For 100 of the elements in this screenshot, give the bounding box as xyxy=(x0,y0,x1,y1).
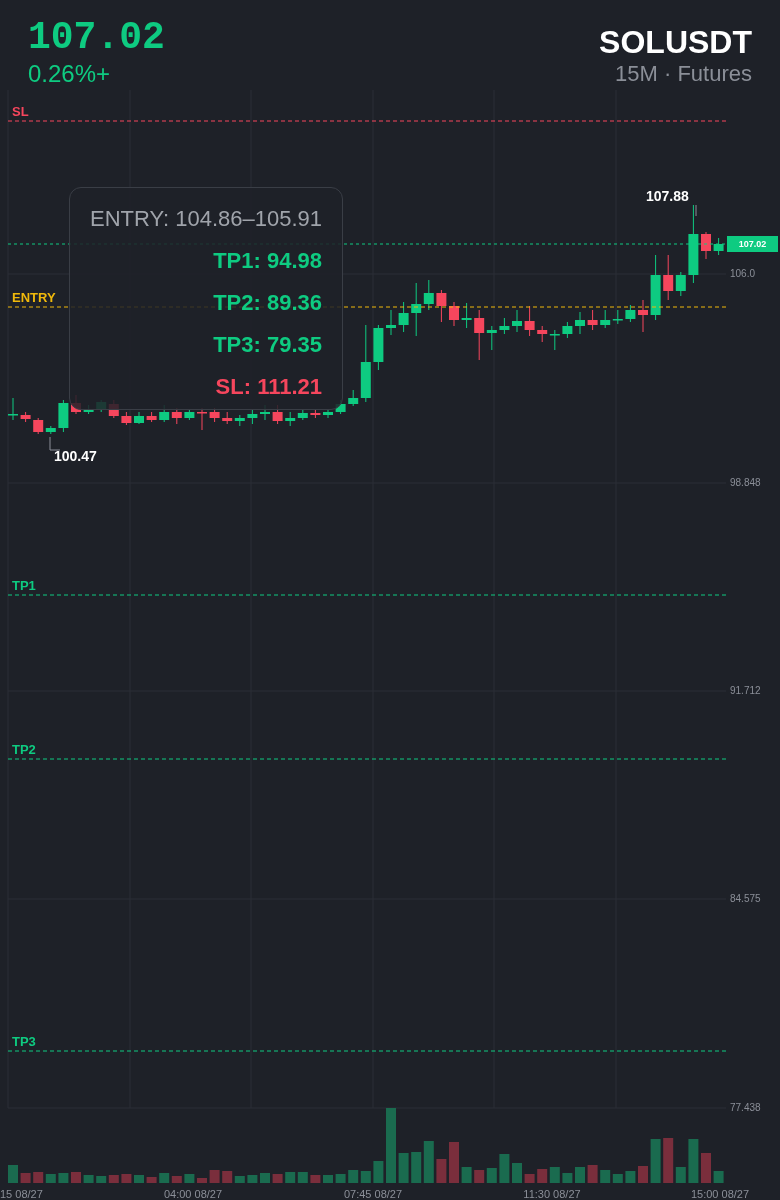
candlestick xyxy=(499,317,510,335)
price-axis-label: 106.0 xyxy=(730,268,756,280)
volume-bar xyxy=(512,1163,522,1183)
volume-bar xyxy=(625,1171,636,1183)
volume-bar xyxy=(650,1139,661,1183)
volume-bar xyxy=(184,1174,195,1183)
volume-bar xyxy=(71,1172,81,1183)
high-price-label: 107.88 xyxy=(646,188,689,204)
candlestick xyxy=(247,409,258,425)
candlestick xyxy=(222,411,233,425)
low-price-label: 100.47 xyxy=(54,448,97,464)
volume-bar xyxy=(285,1172,296,1183)
volume-bar xyxy=(134,1175,144,1183)
price-axis-label: 98.848 xyxy=(730,477,761,489)
volume-bar xyxy=(272,1174,283,1183)
candlestick xyxy=(134,411,144,425)
candlestick xyxy=(386,309,396,336)
volume-bar xyxy=(83,1175,94,1183)
candlestick xyxy=(650,254,661,321)
candlestick xyxy=(146,411,157,423)
leader-line xyxy=(695,204,697,217)
volume-bar xyxy=(713,1171,724,1183)
price-axis-label: 91.712 xyxy=(730,685,761,697)
volume-bar xyxy=(58,1173,69,1183)
volume-bar xyxy=(159,1173,170,1183)
time-axis-label: 15 08/27 xyxy=(0,1188,43,1200)
volume-bar xyxy=(587,1165,598,1183)
take-profit-text: TP1: 94.98 xyxy=(213,247,322,275)
volume-bar xyxy=(461,1167,472,1183)
volume-bar xyxy=(260,1173,270,1183)
volume-bar xyxy=(701,1153,711,1183)
level-label: TP3 xyxy=(12,1035,36,1049)
current-price: 107.02 xyxy=(28,16,165,60)
volume-bar xyxy=(33,1172,44,1183)
candlestick xyxy=(701,231,711,260)
leader-line xyxy=(49,436,61,451)
volume-bar xyxy=(323,1175,333,1183)
entry-range-text: ENTRY: 104.86–105.91 xyxy=(90,205,322,233)
volume-bar xyxy=(688,1139,699,1183)
volume-bar xyxy=(499,1154,510,1183)
stop-loss-text: SL: 111.21 xyxy=(215,373,322,401)
candlestick xyxy=(524,305,535,337)
volume-bar xyxy=(524,1174,535,1183)
level-label: TP2 xyxy=(12,743,36,757)
candlestick xyxy=(297,409,308,421)
volume-bar xyxy=(486,1168,497,1183)
volume-bar xyxy=(474,1170,485,1183)
volume-bar xyxy=(297,1172,308,1183)
time-axis-label: 04:00 08/27 xyxy=(163,1188,223,1200)
candlestick xyxy=(612,309,623,325)
volume-bar xyxy=(197,1178,207,1183)
candlestick xyxy=(234,414,245,427)
candlestick xyxy=(20,411,31,423)
candlestick xyxy=(323,408,333,419)
volume-bar xyxy=(436,1159,447,1183)
candlestick xyxy=(121,411,132,426)
volume-bar xyxy=(423,1141,434,1183)
volume-bar xyxy=(537,1169,548,1183)
volume-bar xyxy=(575,1167,585,1183)
current-price-tag: 107.02 xyxy=(727,236,778,252)
volume-bar xyxy=(310,1175,321,1183)
candlestick xyxy=(184,409,195,421)
symbol-title: SOLUSDT xyxy=(599,24,752,60)
volume-bar xyxy=(549,1167,560,1183)
level-label: TP1 xyxy=(12,579,36,593)
candlestick xyxy=(310,409,321,419)
take-profit-text: TP2: 89.36 xyxy=(213,289,322,317)
volume-bar xyxy=(562,1173,573,1183)
price-axis-label: 84.575 xyxy=(730,893,761,905)
candlestick xyxy=(197,407,207,431)
volume-bar xyxy=(449,1142,459,1183)
volume-bar xyxy=(45,1174,56,1183)
price-change: 0.26%+ xyxy=(28,60,112,88)
candlestick xyxy=(549,329,560,351)
volume-bar xyxy=(411,1152,422,1183)
volume-bar xyxy=(638,1166,648,1183)
time-axis-label: 07:45 08/27 xyxy=(343,1188,403,1200)
volume-bar xyxy=(335,1174,346,1183)
candlestick xyxy=(461,302,472,329)
candlestick xyxy=(436,289,447,323)
time-axis-label: 15:00 08/27 xyxy=(690,1188,750,1200)
level-label: ENTRY xyxy=(12,291,56,305)
volume-bar xyxy=(209,1170,220,1183)
candlestick xyxy=(625,304,636,323)
timeframe-label: 15M · Futures xyxy=(615,60,752,88)
candlestick xyxy=(512,309,522,333)
candlestick xyxy=(58,399,69,433)
candlestick xyxy=(638,299,648,333)
volume-bar xyxy=(146,1177,157,1183)
level-label: SL xyxy=(12,105,29,119)
time-axis-label: 11:30 08/27 xyxy=(523,1188,581,1200)
candlestick xyxy=(373,324,384,371)
volume-bar xyxy=(360,1171,371,1183)
candlestick xyxy=(562,321,573,339)
volume-bar xyxy=(121,1174,132,1183)
candlestick xyxy=(600,309,611,329)
volume-bar xyxy=(373,1161,384,1183)
volume-bar xyxy=(8,1165,18,1183)
volume-bar xyxy=(247,1175,258,1183)
volume-bar xyxy=(20,1173,31,1183)
